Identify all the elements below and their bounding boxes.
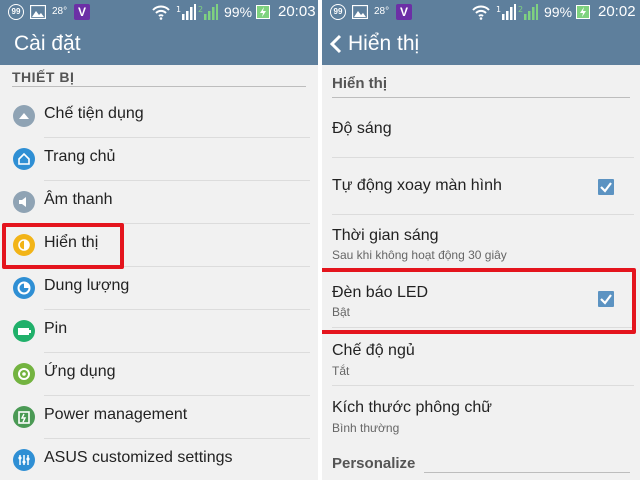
display-setting-row[interactable]: Kích thước phông chữ Bình thường xyxy=(322,386,640,446)
page-title: Cài đặt xyxy=(14,32,81,55)
status-bar: 99 28° V 1 2 99% 20:03 xyxy=(0,0,318,24)
page-title: Hiển thị xyxy=(348,32,420,55)
setting-label: Chế độ ngủ xyxy=(332,342,415,359)
settings-item-label: Âm thanh xyxy=(44,191,113,208)
sim2-signal-icon: 2 xyxy=(198,4,218,20)
setting-label: Độ sáng xyxy=(332,120,392,137)
setting-label: Tự động xoay màn hình xyxy=(332,177,502,194)
section-header-display: Hiển thị xyxy=(332,75,387,92)
settings-item-label: Power management xyxy=(44,406,188,423)
battery-icon xyxy=(13,320,35,342)
notification-badge: 99 xyxy=(8,4,24,20)
settings-item-label: Trang chủ xyxy=(44,148,116,165)
settings-item-label: Ứng dụng xyxy=(44,363,116,380)
easy-mode-icon xyxy=(13,105,35,127)
highlight-box-led xyxy=(322,268,636,334)
settings-item-easy-mode[interactable]: Chế tiện dụng xyxy=(0,95,318,138)
settings-panel: 99 28° V 1 2 99% 20:03 Cài đặt THIẾT BỊ … xyxy=(0,0,318,480)
checkmark-icon xyxy=(600,182,612,193)
sim1-signal-icon: 1 xyxy=(496,4,516,20)
temperature: 28° xyxy=(52,6,68,17)
temperature: 28° xyxy=(374,6,390,17)
back-arrow-icon[interactable] xyxy=(330,34,342,54)
settings-item-storage[interactable]: Dung lượng xyxy=(0,267,318,310)
highlight-box-display xyxy=(2,223,124,269)
setting-label: Kích thước phông chữ xyxy=(332,399,492,416)
sim2-signal-icon: 2 xyxy=(518,4,538,20)
apps-icon xyxy=(13,363,35,385)
settings-item-label: Chế tiện dụng xyxy=(44,105,144,122)
section-header-device: THIẾT BỊ xyxy=(12,69,75,85)
settings-item-sound[interactable]: Âm thanh xyxy=(0,181,318,224)
display-settings-panel: 99 28° V 1 2 99% 20:02 Hiển thị Hiển thị… xyxy=(322,0,640,480)
battery-percent: 99% xyxy=(224,4,253,20)
setting-summary: Tắt xyxy=(332,364,350,378)
sim1-signal-icon: 1 xyxy=(176,4,196,20)
power-management-icon xyxy=(13,406,35,428)
display-setting-row[interactable]: Chế độ ngủ Tắt xyxy=(322,328,640,386)
wifi-icon xyxy=(472,5,490,20)
svg-text:1: 1 xyxy=(496,5,501,14)
section-divider xyxy=(424,472,630,473)
svg-text:1: 1 xyxy=(176,5,181,14)
storage-icon xyxy=(13,277,35,299)
settings-item-asus-settings[interactable]: ASUS customized settings xyxy=(0,439,318,480)
carrier-icon: V xyxy=(396,4,412,20)
section-header-personalize: Personalize xyxy=(332,455,416,472)
settings-item-label: Dung lượng xyxy=(44,277,130,294)
clock: 20:03 xyxy=(278,3,316,20)
settings-item-power-management[interactable]: Power management xyxy=(0,396,318,439)
svg-text:2: 2 xyxy=(518,5,523,14)
display-setting-row[interactable]: Độ sáng xyxy=(322,98,640,158)
home-icon xyxy=(13,148,35,170)
app-bar: Cài đặt xyxy=(0,24,318,65)
settings-item-home[interactable]: Trang chủ xyxy=(0,138,318,181)
sound-icon xyxy=(13,191,35,213)
settings-item-label: Pin xyxy=(44,320,68,337)
battery-percent: 99% xyxy=(544,4,573,20)
setting-summary: Sau khi không hoạt động 30 giây xyxy=(332,248,507,262)
asus-settings-icon xyxy=(13,449,35,471)
app-bar: Hiển thị xyxy=(322,24,640,65)
svg-text:2: 2 xyxy=(198,5,203,14)
image-notification-icon xyxy=(352,5,368,19)
settings-item-battery[interactable]: Pin xyxy=(0,310,318,353)
carrier-icon: V xyxy=(74,4,90,20)
setting-label: Thời gian sáng xyxy=(332,227,439,244)
setting-summary: Bình thường xyxy=(332,421,400,435)
settings-item-label: ASUS customized settings xyxy=(44,449,233,466)
display-setting-row[interactable]: Thời gian sáng Sau khi không hoạt động 30… xyxy=(322,215,640,270)
wifi-icon xyxy=(152,5,170,20)
battery-charging-icon xyxy=(256,5,270,19)
checkbox-checked[interactable] xyxy=(598,179,614,195)
image-notification-icon xyxy=(30,5,46,19)
clock: 20:02 xyxy=(598,3,636,20)
section-divider xyxy=(12,86,306,87)
status-bar: 99 28° V 1 2 99% 20:02 xyxy=(322,0,640,24)
settings-item-apps[interactable]: Ứng dụng xyxy=(0,353,318,396)
notification-badge: 99 xyxy=(330,4,346,20)
battery-charging-icon xyxy=(576,5,590,19)
display-setting-row[interactable]: Tự động xoay màn hình xyxy=(322,158,640,215)
